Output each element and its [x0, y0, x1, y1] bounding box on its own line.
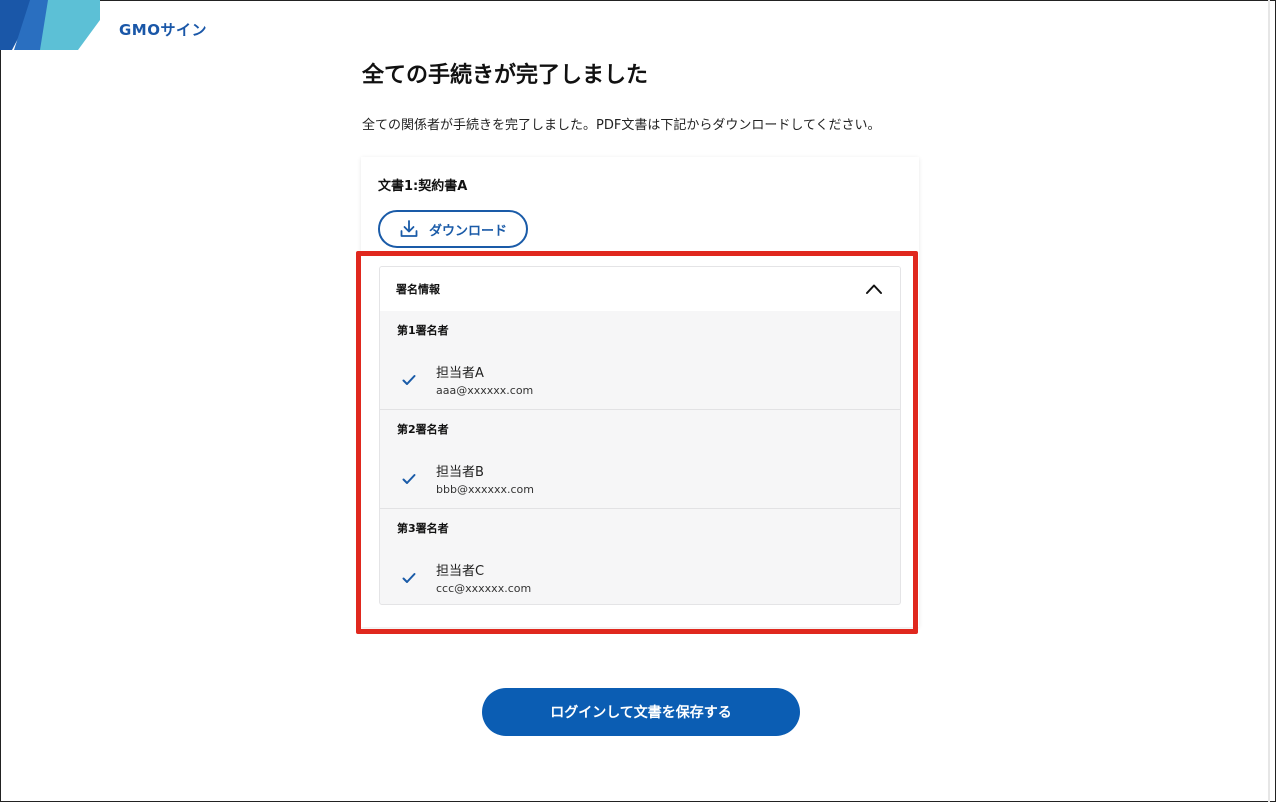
download-icon — [400, 220, 418, 237]
lead-text: 全ての関係者が手続きを完了しました。PDF文書は下記からダウンロードしてください… — [362, 118, 881, 133]
login-save-button[interactable]: ログインして文書を保存する — [482, 688, 800, 736]
page-title: 全ての手続きが完了しました — [362, 63, 649, 88]
highlight-box — [356, 251, 918, 634]
download-button[interactable]: ダウンロード — [378, 210, 528, 248]
brand-logo-text: GMOサイン — [119, 21, 207, 39]
gmo-logo-mark-icon — [0, 0, 100, 50]
document-label: 文書1:契約書A — [378, 179, 468, 194]
download-button-label: ダウンロード — [428, 222, 507, 238]
scroll-edge — [1268, 0, 1270, 802]
